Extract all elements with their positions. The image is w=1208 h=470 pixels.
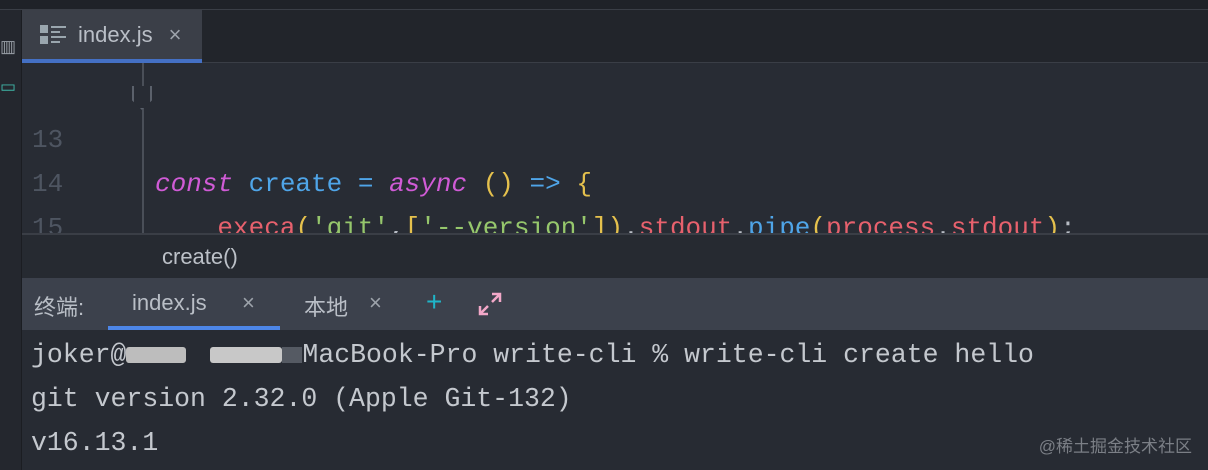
terminal-line: git version 2.32.0 (Apple Git-132) bbox=[31, 384, 572, 414]
code-line: 14 execa('git',['--version']).stdout.pip… bbox=[22, 118, 1208, 233]
close-icon[interactable]: × bbox=[169, 22, 182, 48]
code-line: 16 bbox=[22, 206, 1208, 233]
structure-icon bbox=[40, 24, 66, 44]
terminal-tab-bar: 终端: index.js × 本地 × + bbox=[22, 278, 1208, 330]
terminal-tab-local[interactable]: 本地 bbox=[304, 290, 348, 322]
code-line: 13 const create = async () => { bbox=[22, 74, 1208, 199]
terminal-line: v16.13.1 bbox=[31, 428, 159, 458]
left-tool-strip: ▥ ▭ bbox=[0, 10, 22, 470]
terminal-tab-index-js[interactable]: index.js bbox=[132, 290, 207, 316]
terminal-tool-icon[interactable]: ▭ bbox=[0, 78, 16, 96]
code-editor[interactable]: 13 const create = async () => { 14 execa… bbox=[22, 63, 1208, 233]
tab-index-js[interactable]: index.js × bbox=[22, 10, 202, 63]
redacted-text bbox=[210, 347, 283, 363]
terminal-title: 终端: bbox=[34, 295, 85, 320]
close-icon[interactable]: × bbox=[242, 290, 255, 316]
editor-tab-bar: index.js × bbox=[22, 10, 1208, 63]
breadcrumb[interactable]: create() bbox=[22, 233, 1208, 278]
project-icon[interactable]: ▥ bbox=[0, 38, 16, 56]
watermark: @稀土掘金技术社区 bbox=[1038, 437, 1192, 456]
code-line: 15 execa('node',['--version']).stdout.pi… bbox=[22, 162, 1208, 233]
add-terminal-icon[interactable]: + bbox=[426, 286, 442, 318]
terminal-output[interactable]: joker@ MacBook-Pro write-cli % write-cli … bbox=[22, 330, 1208, 470]
tab-label: index.js bbox=[78, 21, 153, 47]
title-bar bbox=[0, 0, 1208, 10]
redacted-text bbox=[126, 347, 187, 363]
maximize-icon[interactable] bbox=[478, 292, 502, 316]
terminal-line: joker@ MacBook-Pro write-cli % write-cli … bbox=[31, 340, 1034, 370]
close-icon[interactable]: × bbox=[369, 290, 382, 316]
